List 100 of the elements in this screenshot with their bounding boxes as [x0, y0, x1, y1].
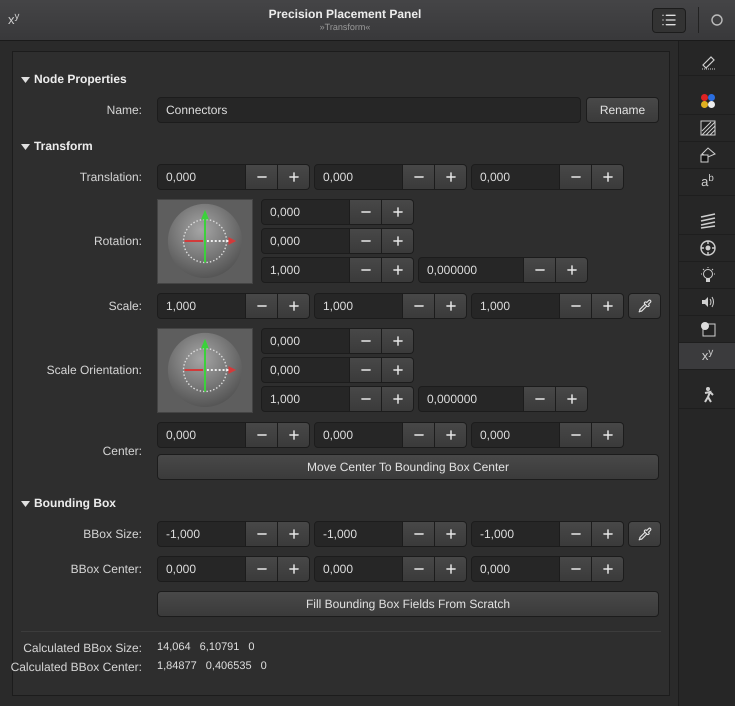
- expanded-arrow-icon[interactable]: [21, 142, 30, 150]
- field-label: Rotation:: [94, 233, 142, 250]
- action-button[interactable]: Move Center To Bounding Box Center: [157, 454, 659, 480]
- decrement-button[interactable]: [350, 199, 382, 225]
- increment-button[interactable]: [382, 328, 414, 354]
- number-field[interactable]: 0,000: [261, 228, 350, 254]
- number-field[interactable]: 1,000: [471, 293, 560, 319]
- expanded-arrow-icon[interactable]: [21, 498, 30, 508]
- decrement-button[interactable]: [560, 293, 592, 319]
- decrement-button[interactable]: [403, 521, 435, 547]
- increment-button[interactable]: [382, 386, 414, 412]
- decrement-button[interactable]: [350, 328, 382, 354]
- number-field[interactable]: 1,000: [261, 257, 350, 283]
- increment-button[interactable]: [278, 556, 310, 582]
- rotation-trackball[interactable]: [157, 328, 253, 413]
- increment-button[interactable]: [435, 556, 467, 582]
- decrement-button[interactable]: [350, 357, 382, 383]
- number-field[interactable]: -1,000: [314, 521, 403, 547]
- decrement-button[interactable]: [403, 164, 435, 190]
- increment-button[interactable]: [278, 164, 310, 190]
- increment-button[interactable]: [278, 293, 310, 319]
- plus-icon: [286, 299, 300, 313]
- section-title: Bounding Box: [34, 495, 116, 512]
- hatch-icon: [698, 119, 716, 137]
- plus-icon: [600, 170, 614, 184]
- decrement-button[interactable]: [350, 228, 382, 254]
- number-field[interactable]: 0,000: [261, 328, 350, 354]
- decrement-button[interactable]: [246, 422, 278, 448]
- plus-icon: [286, 170, 300, 184]
- picker-button[interactable]: [628, 293, 661, 319]
- menu-button[interactable]: [652, 8, 686, 32]
- decrement-button[interactable]: [246, 164, 278, 190]
- number-field[interactable]: 0,000: [314, 164, 403, 190]
- name-field[interactable]: Connectors: [157, 97, 581, 123]
- action-button[interactable]: Fill Bounding Box Fields From Scratch: [157, 591, 659, 617]
- sidebar-tab[interactable]: x$^{y}$: [679, 343, 735, 370]
- increment-button[interactable]: [435, 521, 467, 547]
- increment-button[interactable]: [435, 164, 467, 190]
- number-field[interactable]: -1,000: [471, 521, 560, 547]
- number-field[interactable]: 0,000: [157, 164, 246, 190]
- plus-icon: [600, 428, 614, 442]
- decrement-button[interactable]: [403, 556, 435, 582]
- number-field[interactable]: 0,000: [157, 422, 246, 448]
- decrement-button[interactable]: [403, 293, 435, 319]
- increment-button[interactable]: [556, 257, 588, 283]
- rename-button[interactable]: Rename: [586, 97, 659, 123]
- number-field[interactable]: 0,000: [471, 164, 560, 190]
- section-title: Transform: [34, 138, 93, 155]
- number-field[interactable]: 0,000: [314, 556, 403, 582]
- number-field[interactable]: 0,000: [471, 422, 560, 448]
- number-field[interactable]: 1,000: [314, 293, 403, 319]
- panel-glyph: x$^{y}$: [8, 10, 20, 30]
- number-field[interactable]: 0,000: [261, 199, 350, 225]
- number-field[interactable]: 0,000: [261, 357, 350, 383]
- increment-button[interactable]: [592, 556, 624, 582]
- number-field[interactable]: -1,000: [157, 521, 246, 547]
- decrement-button[interactable]: [524, 386, 556, 412]
- increment-button[interactable]: [382, 357, 414, 383]
- increment-button[interactable]: [382, 199, 414, 225]
- light-bulb-icon: [698, 266, 716, 284]
- decrement-button[interactable]: [560, 164, 592, 190]
- plus-icon: [600, 562, 614, 576]
- increment-button[interactable]: [278, 422, 310, 448]
- number-field[interactable]: 1,000: [261, 386, 350, 412]
- increment-button[interactable]: [382, 228, 414, 254]
- number-field[interactable]: 0,000: [157, 556, 246, 582]
- decrement-button[interactable]: [350, 386, 382, 412]
- decrement-button[interactable]: [524, 257, 556, 283]
- decrement-button[interactable]: [246, 293, 278, 319]
- increment-button[interactable]: [382, 257, 414, 283]
- increment-button[interactable]: [592, 521, 624, 547]
- rotation-trackball[interactable]: [157, 199, 253, 284]
- increment-button[interactable]: [278, 521, 310, 547]
- readout-value: 0,406535: [206, 659, 252, 674]
- decrement-button[interactable]: [560, 422, 592, 448]
- number-field[interactable]: 0,000: [314, 422, 403, 448]
- decrement-button[interactable]: [246, 521, 278, 547]
- increment-button[interactable]: [592, 293, 624, 319]
- decrement-button[interactable]: [246, 556, 278, 582]
- increment-button[interactable]: [556, 386, 588, 412]
- increment-button[interactable]: [435, 422, 467, 448]
- color-dots-icon: [698, 92, 716, 110]
- decrement-button[interactable]: [560, 556, 592, 582]
- decrement-button[interactable]: [403, 422, 435, 448]
- plus-icon: [600, 527, 614, 541]
- picker-button[interactable]: [628, 521, 661, 547]
- decrement-button[interactable]: [560, 521, 592, 547]
- decrement-button[interactable]: [350, 257, 382, 283]
- increment-button[interactable]: [592, 422, 624, 448]
- plus-icon: [390, 234, 404, 248]
- field-label: Translation:: [80, 169, 142, 186]
- expanded-arrow-icon[interactable]: [21, 74, 30, 84]
- number-field[interactable]: 0,000000: [418, 386, 524, 412]
- increment-button[interactable]: [435, 293, 467, 319]
- window-title: Precision Placement Panel: [268, 6, 422, 22]
- increment-button[interactable]: [592, 164, 624, 190]
- eyedropper-icon: [638, 527, 652, 541]
- number-field[interactable]: 0,000000: [418, 257, 524, 283]
- number-field[interactable]: 1,000: [157, 293, 246, 319]
- number-field[interactable]: 0,000: [471, 556, 560, 582]
